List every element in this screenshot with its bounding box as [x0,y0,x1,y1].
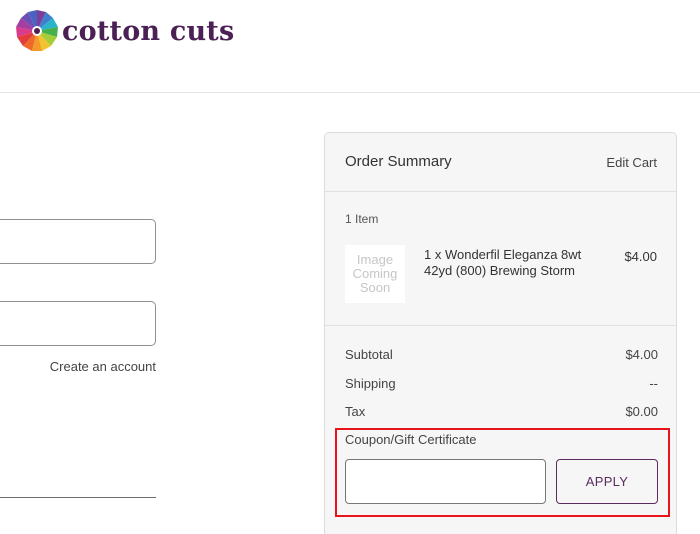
placeholder-text: Image [356,252,394,267]
placeholder-text: Coming [352,266,398,281]
brand-name: cotton cuts [62,15,235,47]
coupon-highlight-box [335,428,670,517]
form-divider [0,497,156,498]
product-image-placeholder: Image Coming Soon [345,245,405,303]
summary-divider [325,325,676,326]
tax-value: $0.00 [625,404,658,419]
quilt-flower-icon [16,10,58,51]
product-price: $4.00 [624,249,657,264]
subtotal-value: $4.00 [625,347,658,362]
create-account-link[interactable]: Create an account [20,359,156,374]
order-summary-header: Order Summary Edit Cart [325,133,676,192]
checkout-input-2[interactable] [0,301,156,346]
shipping-row: Shipping -- [345,376,658,391]
shipping-label: Shipping [345,376,396,391]
subtotal-label: Subtotal [345,347,393,362]
tax-label: Tax [345,404,366,419]
order-summary-title: Order Summary [345,153,452,170]
site-logo[interactable]: cotton cuts [14,8,234,54]
placeholder-text: Soon [359,280,391,295]
subtotal-row: Subtotal $4.00 [345,347,658,362]
product-name: 1 x Wonderfil Eleganza 8wt 42yd (800) Br… [424,247,582,278]
checkout-input-1[interactable] [0,219,156,264]
edit-cart-link[interactable]: Edit Cart [606,155,657,170]
tax-row: Tax $0.00 [345,404,658,419]
site-header: cotton cuts [0,0,700,93]
shipping-value: -- [649,376,658,391]
items-count: 1 Item [345,212,379,226]
